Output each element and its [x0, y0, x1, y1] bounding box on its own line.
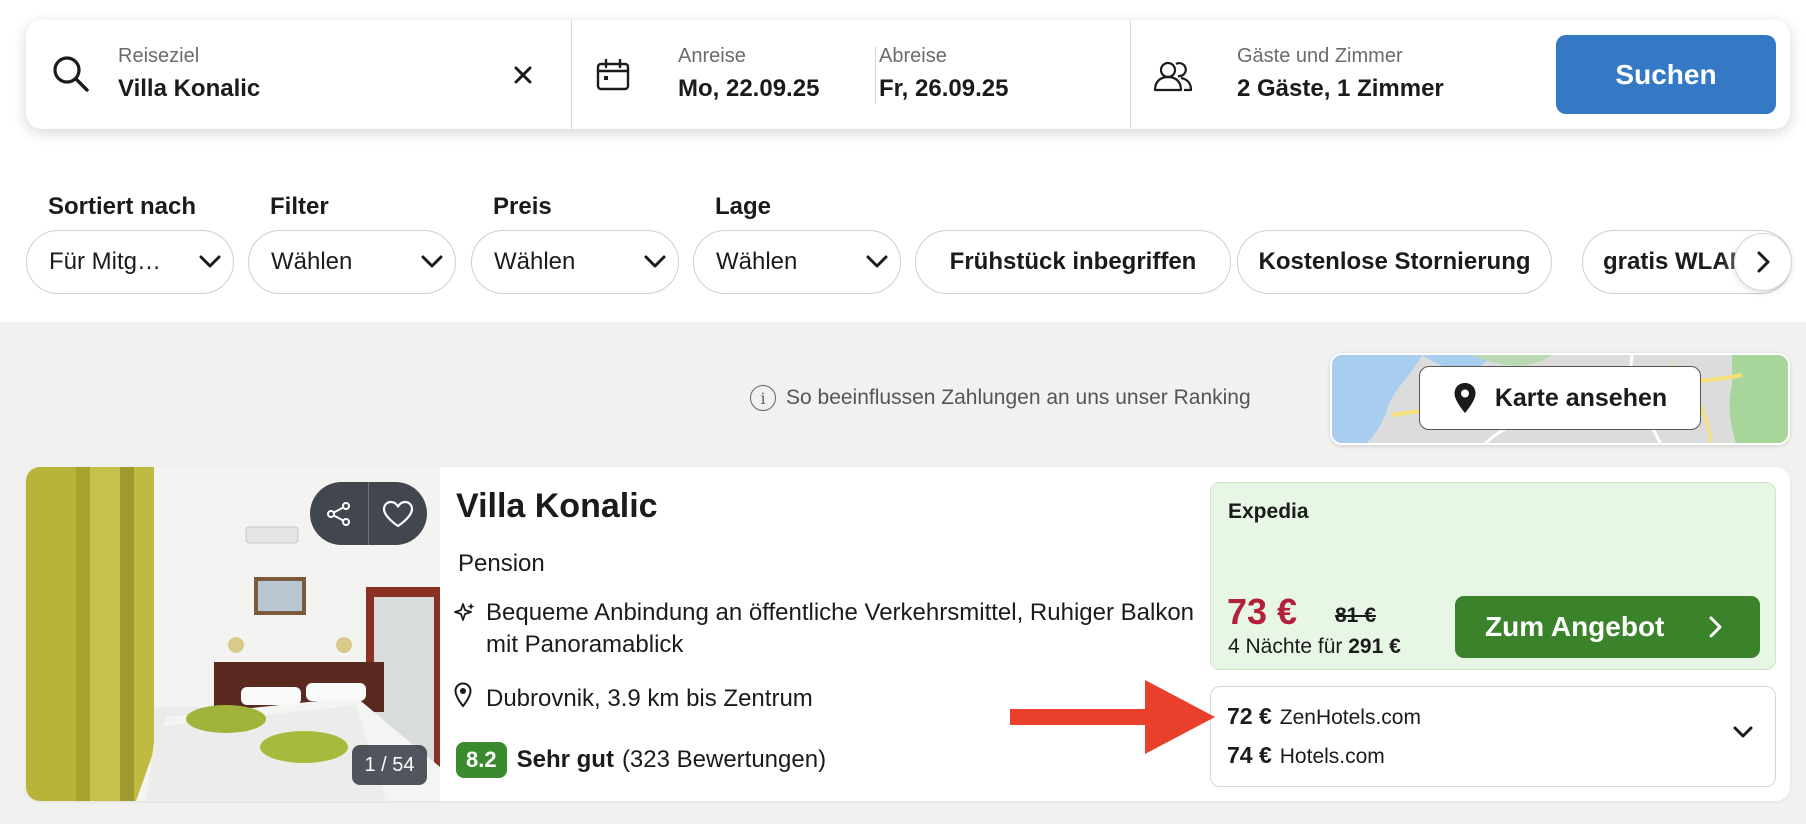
filter-breakfast-chip[interactable]: Frühstück inbegriffen: [915, 230, 1231, 294]
guests-label: Gäste und Zimmer: [1237, 45, 1403, 67]
chevron-down-icon: [854, 255, 900, 269]
alt-offer-provider: Hotels.com: [1279, 745, 1385, 768]
hotel-name[interactable]: Villa Konalic: [456, 487, 658, 526]
checkin-field[interactable]: Anreise Mo, 22.09.25: [572, 20, 902, 129]
heart-icon: [382, 500, 414, 527]
guests-icon: [1153, 61, 1193, 92]
destination-field[interactable]: Reiseziel Villa Konalic: [26, 20, 570, 129]
alt-offer-price: 74 €: [1227, 742, 1272, 768]
filter-free-cancellation-chip[interactable]: Kostenlose Stornierung: [1237, 230, 1552, 294]
alt-offer-row[interactable]: 72 € ZenHotels.com: [1227, 703, 1421, 730]
filter-label: Filter: [270, 193, 329, 220]
location-label: Lage: [715, 193, 772, 220]
search-bar: Reiseziel Villa Konalic Anreise Mo, 22.0…: [26, 20, 1790, 129]
search-button[interactable]: Suchen: [1556, 35, 1776, 114]
favorite-button[interactable]: [369, 482, 427, 545]
price-label: Preis: [493, 193, 552, 220]
info-icon: i: [750, 385, 776, 411]
sort-value: Für Mitg…: [49, 248, 162, 275]
hotel-location: Dubrovnik, 3.9 km bis Zentrum: [454, 682, 813, 715]
guests-value[interactable]: 2 Gäste, 1 Zimmer: [1237, 75, 1444, 103]
location-dropdown[interactable]: Wählen: [693, 230, 901, 294]
filters-next-button[interactable]: [1734, 233, 1792, 291]
chevron-down-icon[interactable]: [1733, 725, 1753, 739]
sort-label: Sortiert nach: [48, 193, 197, 220]
hotel-features: Bequeme Anbindung an öffentliche Verkehr…: [454, 597, 1214, 661]
chevron-right-icon: [1757, 251, 1770, 273]
clear-icon[interactable]: [514, 66, 532, 84]
chip-label: Kostenlose Stornierung: [1258, 248, 1531, 275]
chevron-down-icon: [409, 255, 455, 269]
share-icon: [327, 501, 350, 526]
offer-provider: Expedia: [1228, 500, 1309, 523]
hotel-type: Pension: [458, 550, 545, 577]
checkout-label: Abreise: [879, 45, 947, 67]
filter-dropdown[interactable]: Wählen: [248, 230, 456, 294]
view-deal-label: Zum Angebot: [1485, 611, 1665, 642]
chevron-down-icon: [632, 255, 678, 269]
rating-badge: 8.2: [456, 742, 507, 778]
hotel-photo[interactable]: 1 / 54: [26, 467, 440, 801]
hotel-location-text: Dubrovnik, 3.9 km bis Zentrum: [486, 684, 813, 712]
chip-label: Frühstück inbegriffen: [949, 248, 1197, 275]
best-offer-box: Expedia 73 € 81 € 4 Nächte für 291 € Zum…: [1210, 482, 1776, 670]
alt-offer-price: 72 €: [1227, 703, 1272, 729]
search-icon: [53, 56, 89, 92]
hotel-rating[interactable]: 8.2 Sehr gut (323 Bewertungen): [456, 742, 826, 778]
view-map-button[interactable]: Karte ansehen: [1419, 366, 1701, 430]
sparkle-icon: [454, 597, 486, 661]
destination-label: Reiseziel: [118, 45, 200, 67]
view-deal-button[interactable]: Zum Angebot: [1455, 596, 1760, 658]
offer-nights-text: 4 Nächte für: [1228, 635, 1343, 658]
hotel-card: 1 / 54 Villa Konalic Pension Bequeme Anb…: [26, 467, 1790, 801]
offer-total: 4 Nächte für 291 €: [1228, 635, 1401, 659]
hotel-features-text: Bequeme Anbindung an öffentliche Verkehr…: [486, 599, 1195, 658]
alt-offer-provider: ZenHotels.com: [1279, 706, 1421, 729]
map-pin-icon: [1454, 383, 1476, 413]
photo-counter: 1 / 54: [352, 745, 427, 785]
price-value: Wählen: [494, 248, 576, 275]
offer-old-price: 81 €: [1335, 604, 1376, 627]
checkin-label: Anreise: [678, 45, 746, 67]
destination-value[interactable]: Villa Konalic: [118, 75, 260, 103]
guests-field[interactable]: Gäste und Zimmer 2 Gäste, 1 Zimmer: [1131, 20, 1541, 129]
checkout-value[interactable]: Fr, 26.09.25: [879, 75, 1008, 103]
share-button[interactable]: [310, 482, 368, 545]
view-map-label: Karte ansehen: [1494, 383, 1668, 412]
price-dropdown[interactable]: Wählen: [471, 230, 679, 294]
filter-value: Wählen: [271, 248, 353, 275]
alternative-offers[interactable]: 72 € ZenHotels.com 74 € Hotels.com: [1210, 686, 1776, 787]
sort-dropdown[interactable]: Für Mitg…: [26, 230, 234, 294]
ranking-info-text: So beeinflussen Zahlungen an uns unser R…: [786, 386, 1251, 409]
checkout-field[interactable]: Abreise Fr, 26.09.25: [876, 20, 1156, 129]
location-value: Wählen: [716, 248, 798, 275]
annotation-arrow-icon: [1010, 680, 1215, 754]
checkin-value[interactable]: Mo, 22.09.25: [678, 75, 819, 103]
ranking-info-link[interactable]: i So beeinflussen Zahlungen an uns unser…: [750, 385, 1251, 411]
rating-text: Sehr gut: [516, 746, 614, 773]
photo-actions: [310, 482, 427, 545]
review-count: (323 Bewertungen): [621, 746, 827, 773]
calendar-icon: [596, 59, 630, 91]
offer-total-price: 291 €: [1348, 635, 1401, 658]
location-icon: [454, 682, 486, 715]
chevron-down-icon: [187, 255, 233, 269]
offer-price: 73 €: [1227, 591, 1298, 632]
alt-offer-row[interactable]: 74 € Hotels.com: [1227, 742, 1385, 769]
chevron-right-icon: [1709, 616, 1722, 638]
